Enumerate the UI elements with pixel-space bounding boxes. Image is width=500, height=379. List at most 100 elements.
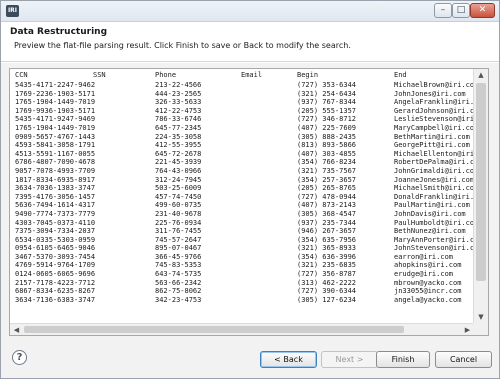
column-header-ssn: SSN <box>93 71 106 79</box>
cell-begin: (305) 127-6234 <box>297 295 357 304</box>
cell-ccn: 3467-5370-3093-7454 <box>15 252 96 261</box>
cell-end: JohnJones@iri.com <box>394 89 466 98</box>
cell-begin: (205) 265-8765 <box>297 184 357 193</box>
maximize-button[interactable]: □ <box>452 3 470 18</box>
table-row: 4769-5914-9764-1709 745-83-5353 (321) 235-… <box>10 261 472 270</box>
table-row: 6534-0335-5303-0959 745-57-2647 (354) 635-… <box>10 235 483 245</box>
cell-phone: 643-74-5735 <box>155 270 202 279</box>
cell-phone: 213-22-4566 <box>155 81 202 89</box>
table-row: 5435-4171-9247-9469 786-33-6746 (727) 346-… <box>10 115 488 124</box>
table-row: 3634-7136-6383-3747 342-23-4753 (305) 127-… <box>10 296 472 305</box>
cell-phone: 645-77-2345 <box>155 123 202 132</box>
cell-phone: 503-25-6009 <box>155 184 202 193</box>
content-area: CCN SSN Phone Email Begin End 5435-4171-… <box>1 63 499 341</box>
cell-ccn: 3634-7136-6383-3747 <box>15 295 96 304</box>
finish-button[interactable]: Finish <box>376 351 430 368</box>
cell-begin: (321) 365-8933 <box>297 244 357 253</box>
cell-phone: 499-60-0735 <box>155 201 202 210</box>
cell-ccn: 1765-1904-1449-7019 <box>15 98 96 107</box>
scrollbar-corner <box>473 323 488 335</box>
cell-end: JoanneJones@iri.com <box>394 175 475 184</box>
scroll-up-arrow-icon[interactable]: ▲ <box>474 69 488 82</box>
cell-end: earron@iri.com <box>394 252 454 261</box>
table-row: 9490-7774-7373-7779 231-40-9678 (305) 368-… <box>10 210 472 219</box>
cell-phone: 745-83-5353 <box>155 261 202 270</box>
close-button[interactable]: ✕ <box>470 3 495 18</box>
cell-ccn: 0124-0605-6065-9696 <box>15 270 96 279</box>
back-button[interactable]: < Back <box>260 351 317 368</box>
cell-phone: 457-74-7450 <box>155 192 202 201</box>
cell-phone: 412-22-4753 <box>155 106 202 115</box>
cell-begin: (727) 356-8787 <box>297 270 357 279</box>
cell-ccn: 5636-7494-1614-4317 <box>15 201 96 210</box>
cell-begin: (937) 767-8344 <box>297 98 357 107</box>
cell-phone: 342-23-4753 <box>155 295 202 304</box>
cell-begin: (305) 368-4547 <box>297 209 357 218</box>
cell-ccn: 7395-4176-3056-1457 <box>15 192 96 201</box>
cell-begin: (407) 303-4855 <box>297 149 357 158</box>
vertical-scroll-thumb[interactable] <box>476 83 486 281</box>
cell-phone: 312-24-7945 <box>155 175 202 184</box>
vertical-scrollbar[interactable]: ▲ ▼ <box>473 69 488 324</box>
table-row: 1817-8334-6935-8917 312-24-7945 (354) 257-… <box>10 175 475 185</box>
table-row: 3467-5370-3093-7454 366-45-9766 (354) 636-… <box>10 253 472 262</box>
minimize-button[interactable]: – <box>434 3 452 18</box>
scroll-left-arrow-icon[interactable]: ◀ <box>10 324 23 335</box>
cell-end: RobertDePalma@iri.com <box>394 158 483 167</box>
cell-phone: 231-40-9678 <box>155 209 202 218</box>
cell-ccn: 6867-8334-6235-8267 <box>15 287 96 296</box>
table-row: 7375-3094-7334-2037 311-76-7455 (946) 267-… <box>10 227 472 236</box>
table-row: 1765-1904-1449-7019 645-77-2345 (407) 225-… <box>10 123 478 133</box>
cell-end: BethNunez@iri.com <box>394 227 466 236</box>
cell-end: JohnGrimaldi@iri.com <box>394 166 479 175</box>
cell-ccn: 5435-4171-9247-9469 <box>15 115 96 124</box>
cell-phone: 745-57-2647 <box>155 235 202 244</box>
cell-ccn: 4593-5841-3058-1791 <box>15 141 96 150</box>
column-header-email: Email <box>241 71 263 79</box>
table-row: 1769-9936-1903-5171 412-22-4753 (205) 555-… <box>10 106 483 116</box>
cell-phone: 224-35-3058 <box>155 132 202 141</box>
app-icon: IRI <box>6 5 19 17</box>
cell-end: MichaelSmith@iri.com <box>394 184 479 193</box>
cell-ccn: 9490-7774-7373-7779 <box>15 209 96 218</box>
horizontal-scrollbar[interactable]: ◀ ▶ <box>10 323 474 335</box>
cell-end: ahopkins@iri.com <box>394 261 462 270</box>
cell-ccn: 7375-3094-7334-2037 <box>15 227 96 236</box>
cell-phone: 645-72-2678 <box>155 149 202 158</box>
parsing-preview-box[interactable]: CCN SSN Phone Email Begin End 5435-4171-… <box>9 68 489 336</box>
cell-ccn: 1769-9936-1903-5171 <box>15 106 96 115</box>
table-row: 0954-6105-6465-9046 895-07-0467 (321) 365-… <box>10 244 483 253</box>
cell-phone: 764-43-0966 <box>155 166 202 175</box>
cell-end: MaryCampbell@iri.com <box>394 123 479 132</box>
cell-ccn: 1817-8334-6935-8917 <box>15 175 96 184</box>
cell-begin: (305) 888-2435 <box>297 132 357 141</box>
cell-ccn: 1765-1904-1449-7019 <box>15 123 96 132</box>
cell-end: MichaelBrown@iri.com <box>394 81 479 89</box>
cell-begin: (354) 635-7956 <box>297 235 357 244</box>
table-row: 4593-5841-3058-1791 412-55-3955 (813) 893-… <box>10 141 472 150</box>
table-row: 0124-0605-6065-9696 643-74-5735 (727) 356-… <box>10 270 472 279</box>
table-row: 6786-4807-7090-4678 221-45-3939 (354) 766-… <box>10 158 483 167</box>
cancel-button[interactable]: Cancel <box>435 351 492 368</box>
cell-begin: (321) 235-6835 <box>297 261 357 270</box>
cell-begin: (407) 225-7609 <box>297 123 357 132</box>
cell-end: angela@yacko.com <box>394 295 462 304</box>
cell-phone: 444-23-2565 <box>155 89 202 98</box>
cell-phone: 221-45-3939 <box>155 158 202 167</box>
title-bar[interactable]: IRI – □ ✕ <box>1 1 499 22</box>
table-row: 2157-7178-4223-7712 563-66-2342 (313) 462-… <box>10 279 472 288</box>
cell-phone: 366-45-9766 <box>155 252 202 261</box>
cell-begin: (321) 254-6434 <box>297 89 357 98</box>
cell-begin: (937) 235-7344 <box>297 218 357 227</box>
page-title: Data Restructuring <box>10 27 108 37</box>
page-description: Preview the flat-file parsing result. Cl… <box>14 41 351 50</box>
cell-end: MaryAnnPorter@iri.com <box>394 235 483 244</box>
cell-begin: (354) 257-3657 <box>297 175 357 184</box>
cell-begin: (354) 636-3996 <box>297 252 357 261</box>
horizontal-scroll-thumb[interactable] <box>24 326 404 333</box>
help-icon[interactable]: ? <box>12 350 27 365</box>
preview-rows: 5435-4171-2247-9462 213-22-4566 (727) 353-… <box>10 81 488 305</box>
wizard-window: IRI – □ ✕ Data Restructuring Preview the… <box>0 0 500 379</box>
cell-begin: (727) 390-6344 <box>297 287 357 296</box>
cell-begin: (727) 478-0944 <box>297 192 357 201</box>
